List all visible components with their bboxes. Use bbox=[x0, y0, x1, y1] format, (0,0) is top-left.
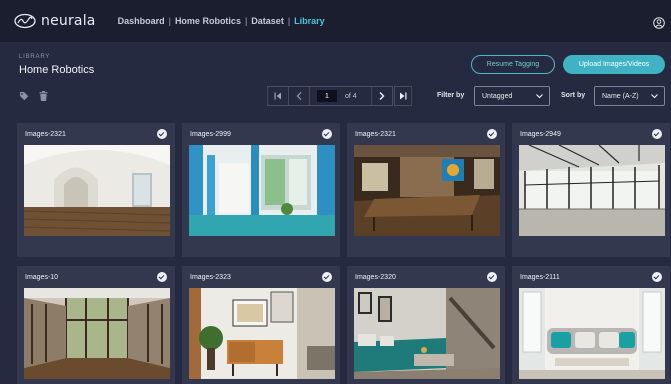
sort-label: Sort by bbox=[561, 92, 586, 99]
top-navbar: neurala Dashboard | Home Robotics | Data… bbox=[0, 0, 671, 42]
image-card[interactable]: Images-2111 bbox=[512, 266, 670, 384]
prev-page-button[interactable] bbox=[288, 86, 310, 106]
breadcrumb: Dashboard | Home Robotics | Dataset | Li… bbox=[118, 16, 325, 26]
logo[interactable]: neurala bbox=[14, 13, 96, 29]
checkmark-icon[interactable] bbox=[157, 272, 167, 282]
filter-select[interactable]: Untagged bbox=[474, 86, 550, 106]
breadcrumb-dashboard[interactable]: Dashboard bbox=[118, 16, 165, 26]
image-name: Images-10 bbox=[25, 273, 59, 281]
breadcrumb-home-robotics[interactable]: Home Robotics bbox=[175, 16, 241, 26]
image-thumbnail[interactable] bbox=[354, 288, 500, 379]
checkmark-icon[interactable] bbox=[322, 272, 332, 282]
checkmark-icon[interactable] bbox=[157, 129, 167, 139]
chevron-right-icon bbox=[379, 92, 385, 100]
next-page-button[interactable] bbox=[371, 86, 393, 106]
image-name: Images-2323 bbox=[190, 273, 231, 281]
image-card[interactable]: Images-2949 bbox=[512, 123, 670, 257]
page-count: of 4 bbox=[345, 92, 357, 100]
checkmark-icon[interactable] bbox=[652, 129, 662, 139]
sort-value: Name (A-Z) bbox=[602, 92, 639, 100]
first-page-button[interactable] bbox=[267, 86, 289, 106]
last-page-button[interactable] bbox=[394, 86, 412, 106]
page-title: Home Robotics bbox=[19, 64, 95, 76]
image-name: Images-2320 bbox=[355, 273, 396, 281]
breadcrumb-separator: | bbox=[168, 16, 171, 26]
image-name: Images-2111 bbox=[520, 273, 560, 281]
breadcrumb-separator: | bbox=[244, 16, 248, 26]
filter-label: Filter by bbox=[437, 92, 465, 99]
current-page-input[interactable]: 1 bbox=[317, 90, 337, 102]
image-name: Images-2999 bbox=[190, 130, 231, 138]
checkmark-icon[interactable] bbox=[487, 272, 497, 282]
chevron-down-icon bbox=[651, 94, 658, 99]
section-label: LIBRARY bbox=[19, 54, 51, 60]
image-thumbnail[interactable] bbox=[24, 145, 170, 236]
image-thumbnail[interactable] bbox=[519, 145, 665, 236]
trash-icon[interactable] bbox=[39, 91, 48, 101]
upload-images-button[interactable]: Upload Images/Videos bbox=[563, 55, 665, 74]
image-card[interactable]: Images-10 bbox=[17, 266, 175, 384]
image-card[interactable]: Images-2320 bbox=[347, 266, 505, 384]
breadcrumb-separator: | bbox=[287, 16, 291, 26]
image-thumbnail[interactable] bbox=[189, 288, 335, 379]
user-icon[interactable] bbox=[653, 17, 665, 29]
first-page-icon bbox=[274, 92, 281, 100]
image-card[interactable]: Images-2321 bbox=[347, 123, 505, 257]
page-indicator: 1 of 4 bbox=[309, 86, 371, 106]
image-card[interactable]: Images-2323 bbox=[182, 266, 340, 384]
checkmark-icon[interactable] bbox=[487, 129, 497, 139]
logo-text: neurala bbox=[41, 13, 96, 29]
image-thumbnail[interactable] bbox=[519, 288, 665, 379]
neurala-logo-icon bbox=[14, 13, 36, 29]
chevron-down-icon bbox=[536, 94, 543, 99]
checkmark-icon[interactable] bbox=[322, 129, 332, 139]
filter-value: Untagged bbox=[482, 92, 513, 100]
image-card[interactable]: Images-2999 bbox=[182, 123, 340, 257]
resume-tagging-button[interactable]: Resume Tagging bbox=[471, 55, 555, 74]
image-card[interactable]: Images-2321 bbox=[17, 123, 175, 257]
image-thumbnail[interactable] bbox=[189, 145, 335, 236]
checkmark-icon[interactable] bbox=[652, 272, 662, 282]
sort-select[interactable]: Name (A-Z) bbox=[594, 86, 665, 106]
image-name: Images-2321 bbox=[355, 130, 396, 138]
pagination: 1 of 4 bbox=[267, 86, 412, 106]
tag-icon[interactable] bbox=[19, 91, 29, 101]
breadcrumb-library[interactable]: Library bbox=[294, 16, 325, 26]
image-thumbnail[interactable] bbox=[354, 145, 500, 236]
last-page-icon bbox=[400, 92, 407, 100]
breadcrumb-dataset[interactable]: Dataset bbox=[251, 16, 284, 26]
image-thumbnail[interactable] bbox=[24, 288, 170, 379]
chevron-left-icon bbox=[296, 92, 302, 100]
image-name: Images-2949 bbox=[520, 130, 561, 138]
image-name: Images-2321 bbox=[25, 130, 66, 138]
